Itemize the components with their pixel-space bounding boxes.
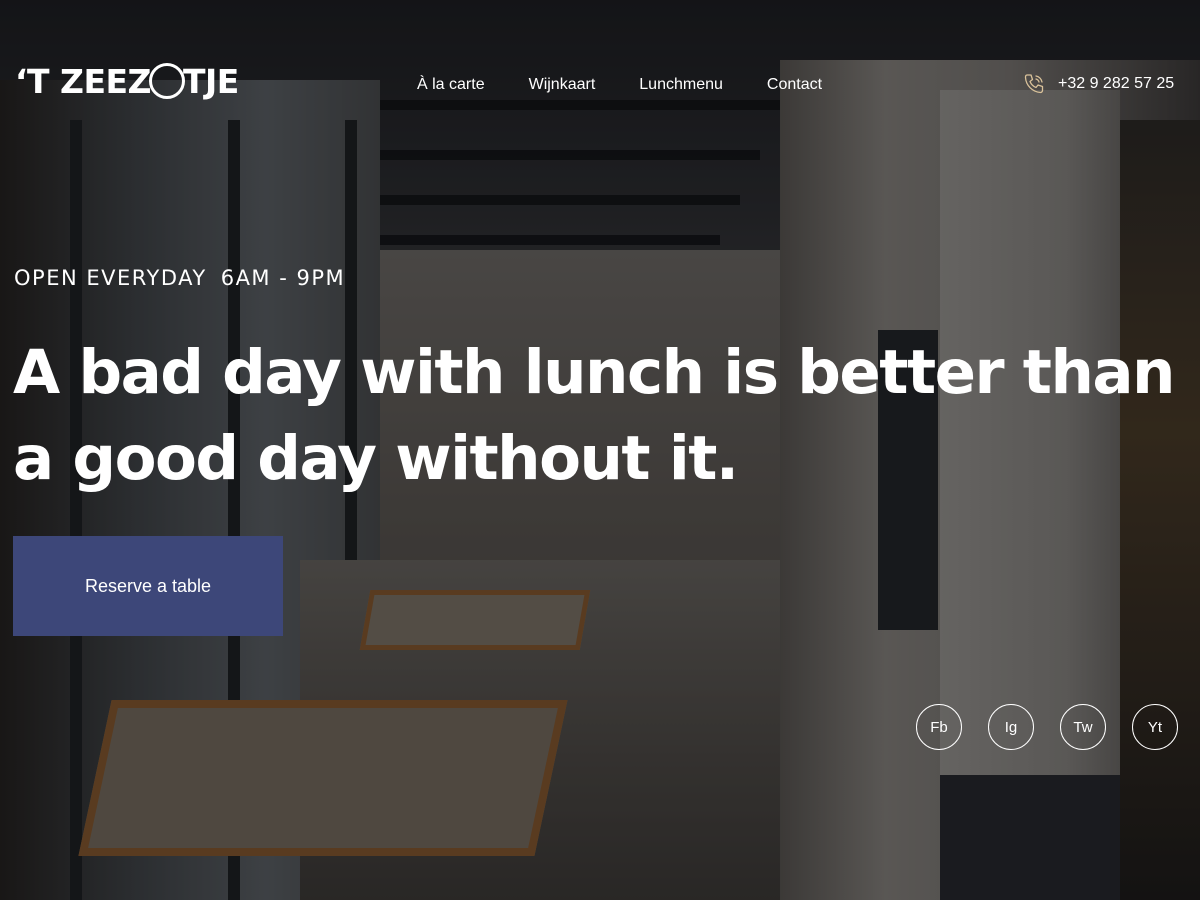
instagram-link[interactable]: Ig [988,704,1034,750]
logo-text-start: ‘T ZEEZ [15,62,151,101]
hours-value: 6AM - 9PM [220,266,346,290]
reserve-table-button[interactable]: Reserve a table [13,536,283,636]
nav-link-lunchmenu[interactable]: Lunchmenu [639,76,723,94]
site-logo[interactable]: ‘T ZEEZ TJE [15,62,239,101]
phone-icon [1024,74,1044,94]
nav-link-a-la-carte[interactable]: À la carte [417,76,485,94]
open-label: OPEN EVERYDAY [14,266,207,290]
phone-number: +32 9 282 57 25 [1058,75,1175,92]
logo-mascot-icon [148,63,185,99]
twitter-link[interactable]: Tw [1060,704,1106,750]
facebook-link[interactable]: Fb [916,704,962,750]
social-links: Fb Ig Tw Yt [916,704,1178,750]
nav-link-wijnkaart[interactable]: Wijnkaart [529,76,596,94]
main-navigation: À la carte Wijnkaart Lunchmenu Contact [417,76,822,94]
opening-hours: OPEN EVERYDAY 6AM - 9PM [14,266,345,290]
hero-headline: A bad day with lunch is better than a go… [13,337,1175,494]
logo-text-end: TJE [182,62,239,101]
nav-link-contact[interactable]: Contact [767,76,822,94]
youtube-link[interactable]: Yt [1132,704,1178,750]
phone-contact[interactable]: +32 9 282 57 25 [1022,72,1174,96]
